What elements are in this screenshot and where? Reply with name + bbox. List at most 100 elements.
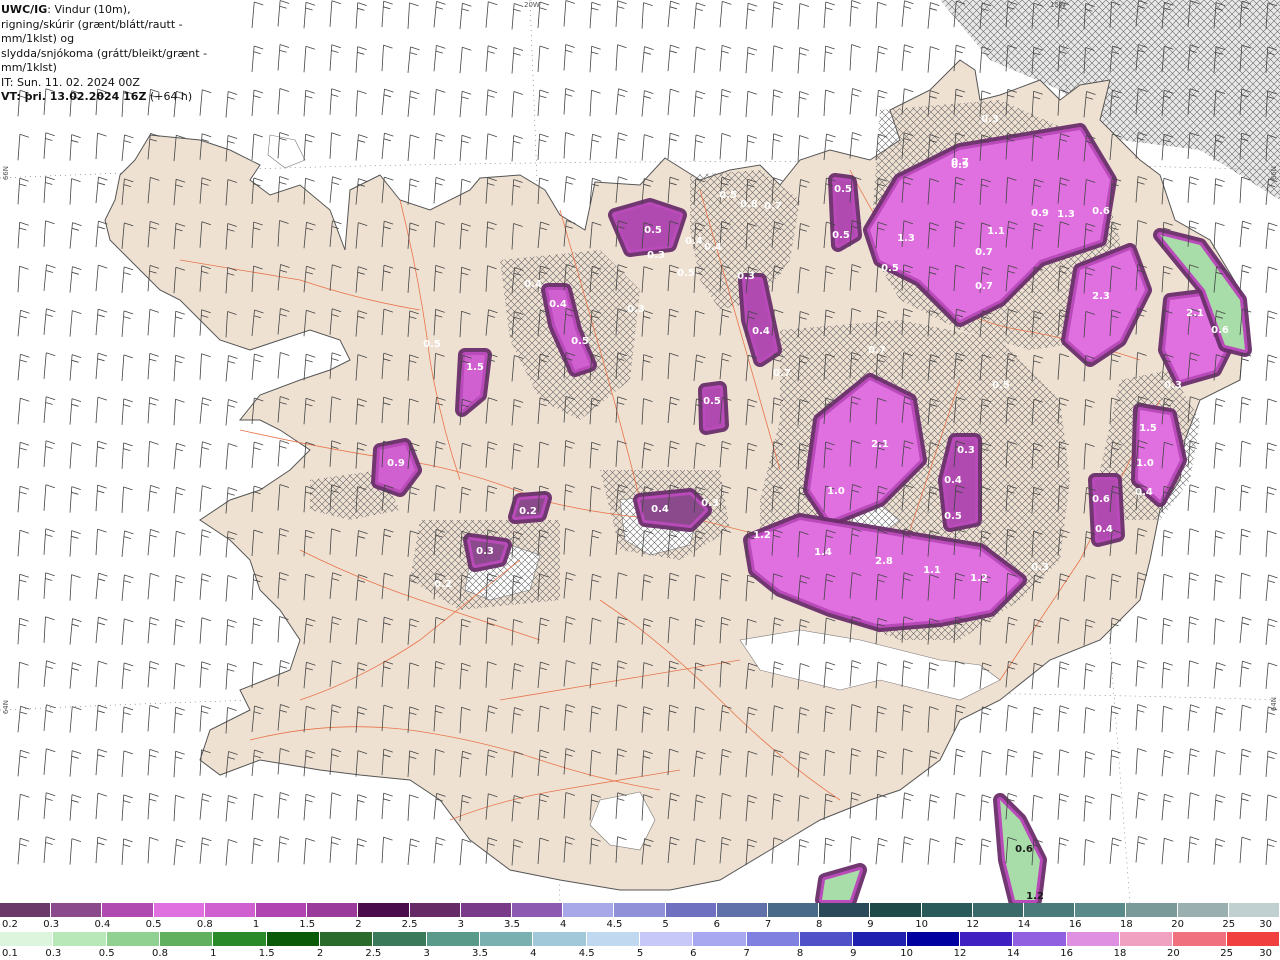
precip-value-label: 1.3 [1057, 209, 1075, 220]
precip-value-label: 0.7 [773, 368, 791, 379]
legend-swatch [768, 903, 820, 917]
legend-tick-label: 0.3 [45, 948, 62, 959]
valid-time: VT: þri. 13.02.2024 16Z [1, 90, 147, 103]
precip-value-label: 0.3 [1164, 380, 1182, 391]
legend-tick-label: 2 [355, 919, 362, 930]
precip-value-label: 0.4 [704, 242, 722, 253]
legend-tick-label: 18 [1120, 919, 1133, 930]
legend-swatch [1066, 932, 1120, 946]
legend-swatch [746, 932, 800, 946]
legend-rain-bar [0, 932, 1280, 946]
precip-value-label: 0.9 [1031, 208, 1049, 219]
legend-swatch [665, 903, 717, 917]
precip-value-label: 0.4 [651, 504, 669, 515]
legend-swatch [1228, 903, 1280, 917]
precip-value-label: 0.5 [677, 268, 695, 279]
legend-tick-label: 6 [713, 919, 720, 930]
legend-swatch [639, 932, 694, 946]
info-line-snow: slydda/snjókoma (grátt/bleikt/grænt - mm… [1, 46, 208, 75]
legend-tick-label: 3.5 [504, 919, 520, 930]
precip-value-label: 0.5 [571, 336, 589, 347]
precip-value-label: 1.2 [970, 573, 988, 584]
legend-swatch [972, 903, 1025, 917]
legend-swatch [1013, 932, 1067, 946]
legend-tick-label: 3 [423, 948, 430, 959]
legend-tick-label: 2.5 [365, 948, 382, 959]
precip-value-label: 0.6 [1092, 206, 1110, 217]
legend-tick-label: 9 [867, 919, 874, 930]
legend-swatch [870, 903, 922, 917]
legend-swatch [106, 932, 160, 946]
legend-tick-label: 0.8 [196, 919, 213, 930]
lat-label-64n-right: 64N [1270, 697, 1278, 712]
legend-tick-label: 2 [316, 948, 324, 959]
legend-tick-label: 25 [1220, 948, 1234, 959]
precip-value-label: 0.3 [627, 304, 645, 315]
precip-value-label: 0.5 [834, 184, 852, 195]
legend-swatch [819, 903, 871, 917]
legend-swatch [1024, 903, 1076, 917]
legend-swatch [1226, 932, 1280, 946]
precip-value-label: 0.3 [1031, 562, 1049, 573]
precip-value-label: 0.4 [1135, 487, 1153, 498]
legend-tick-label: 7 [743, 948, 750, 959]
legend-swatch [853, 932, 907, 946]
precip-value-label: 0.4 [944, 475, 962, 486]
legend-tick-label: 20 [1171, 919, 1184, 930]
legend-tick-label: 0.3 [43, 919, 60, 930]
precip-value-label: 0.3 [981, 114, 999, 125]
legend-swatch [53, 932, 107, 946]
color-legends: 0.2 0.3 0.4 0.5 0.8 1 1.5 2 2.5 3 3.5 4 4.5 5 6 7 8 9 10 12… [0, 903, 1280, 960]
legend-tick-label: 1 [210, 948, 217, 959]
precip-value-label: 0.8 [740, 199, 758, 210]
legend-swatch [959, 932, 1014, 946]
legend-tick-label: 18 [1113, 948, 1127, 959]
precip-value-label: 1.1 [923, 565, 941, 576]
legend-tick-label: 8 [816, 919, 823, 930]
legend-tick-label: 12 [953, 948, 967, 959]
precip-value-label: 0.6 [1211, 325, 1229, 336]
legend-swatch [153, 903, 205, 917]
legend-swatch [102, 903, 154, 917]
legend-swatch [256, 903, 308, 917]
legend-swatch [319, 932, 374, 946]
precip-value-label: 0.9 [387, 458, 405, 469]
legend-swatch [266, 932, 320, 946]
precip-value-label: 2.8 [875, 556, 893, 567]
precip-value-label: 0.2 [434, 579, 452, 590]
legend-tick-label: 4.5 [578, 948, 595, 959]
forecast-info-box: UWC/IG: Vindur (10m), rigning/skúrir (gr… [0, 0, 238, 103]
legend-tick-label: 10 [900, 948, 914, 959]
lat-label-66n-left: 66N [2, 166, 10, 181]
precip-value-label: 0.4 [549, 299, 567, 310]
legend-swatch [799, 932, 854, 946]
legend-tick-label: 0.1 [2, 948, 18, 959]
precip-value-label: 1.2 [1026, 891, 1044, 902]
legend-tick-label: 14 [1006, 948, 1020, 959]
legend-swatch [614, 903, 666, 917]
valid-offset: (+64 h) [146, 90, 193, 103]
precip-value-label: 1.4 [814, 547, 832, 558]
precip-value-label: 0.5 [703, 396, 721, 407]
precip-value-label: 1.1 [987, 226, 1005, 237]
lon-label-15w: 15W [1050, 1, 1066, 9]
legend-tick-label: 0.5 [145, 919, 162, 930]
precip-value-label: 1.2 [753, 530, 771, 541]
lon-label-20w: 20W [524, 1, 540, 9]
precip-value-label: 0.4 [685, 236, 703, 247]
legend-swatch [1177, 903, 1229, 917]
legend-swatch [460, 903, 513, 917]
precip-value-label: 1.3 [897, 233, 915, 244]
legend-swatch [358, 903, 410, 917]
legend-snow-bar [0, 903, 1280, 917]
precip-value-label: 0.4 [752, 326, 770, 337]
product-description: : Vindur (10m), [47, 3, 131, 16]
precip-value-label: 0.4 [1095, 524, 1113, 535]
legend-tick-label: 6 [690, 948, 697, 959]
legend-swatch [586, 932, 640, 946]
legend-tick-label: 0.8 [152, 948, 168, 959]
precip-value-label: 0.5 [832, 230, 850, 241]
legend-swatch [1173, 932, 1227, 946]
precip-value-label: 0.2 [519, 506, 537, 517]
legend-tick-label: 7 [764, 919, 772, 930]
